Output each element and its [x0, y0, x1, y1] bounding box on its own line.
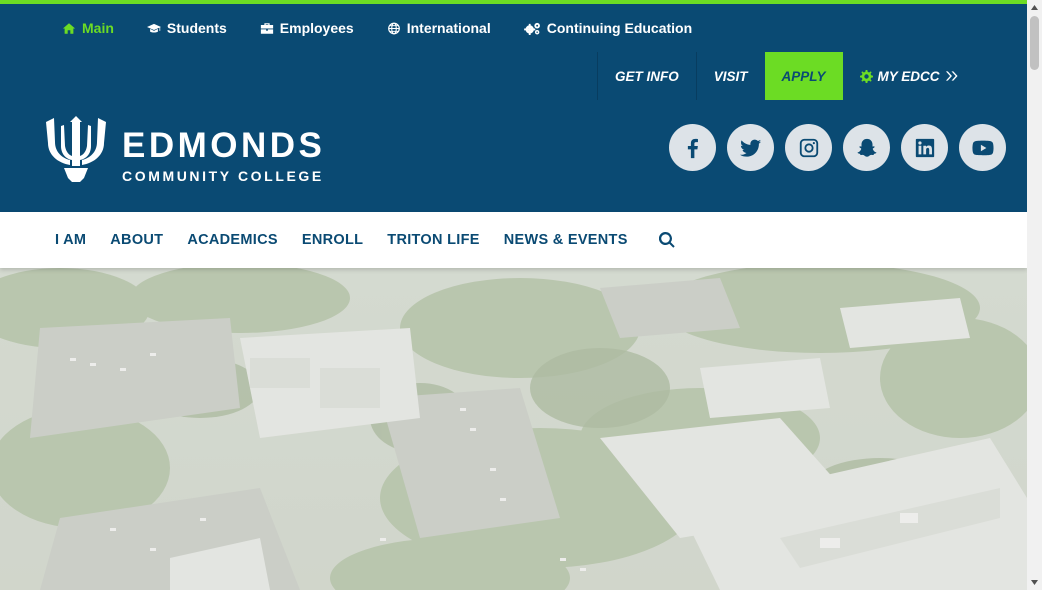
instagram-icon: [799, 138, 818, 157]
youtube-icon: [971, 140, 994, 155]
vertical-scrollbar[interactable]: [1027, 0, 1042, 590]
college-subtitle: COMMUNITY COLLEGE: [122, 168, 324, 184]
double-chevron-right-icon: [945, 71, 958, 81]
cta-bar: GET INFO VISIT APPLY MY EDCC: [597, 52, 975, 100]
top-utility-bar: Main Students Employees International Co…: [0, 0, 1027, 100]
linkedin-icon: [915, 138, 934, 157]
trident-logo-icon: [46, 116, 106, 182]
caret-up-icon: [1031, 5, 1038, 10]
home-icon: [62, 22, 76, 34]
nav-about[interactable]: ABOUT: [110, 232, 163, 248]
my-edcc-button[interactable]: MY EDCC: [843, 52, 975, 100]
campus-aerial-photo: [0, 268, 1027, 590]
page-viewport: Main Students Employees International Co…: [0, 0, 1027, 590]
search-icon: [658, 231, 675, 248]
globe-icon: [387, 22, 400, 34]
audience-link-label: Main: [82, 20, 114, 36]
nav-i-am[interactable]: I AM: [55, 232, 86, 248]
college-logo[interactable]: EDMONDS COMMUNITY COLLEGE: [44, 116, 325, 184]
hero-campus-aerial-image: [0, 268, 1027, 590]
gear-icon: [859, 69, 873, 83]
audience-link-continuing-education[interactable]: Continuing Education: [523, 20, 693, 36]
logo-wordmark: EDMONDS COMMUNITY COLLEGE: [122, 126, 326, 185]
audience-link-label: Students: [166, 20, 227, 36]
apply-button[interactable]: APPLY: [764, 52, 843, 100]
audience-link-students[interactable]: Students: [146, 20, 227, 36]
facebook-icon: [687, 138, 698, 158]
linkedin-link[interactable]: [901, 124, 948, 171]
audience-link-label: International: [406, 20, 491, 36]
social-links: [669, 124, 1006, 171]
college-name: EDMONDS: [122, 126, 326, 165]
caret-down-icon: [1031, 580, 1038, 585]
visit-button[interactable]: VISIT: [695, 52, 765, 100]
nav-enroll[interactable]: ENROLL: [302, 232, 363, 248]
my-edcc-label: MY EDCC: [877, 68, 940, 84]
audience-link-main[interactable]: Main: [62, 20, 114, 36]
scrollbar-thumb[interactable]: [1030, 16, 1039, 70]
nav-triton-life[interactable]: TRITON LIFE: [387, 232, 479, 248]
audience-link-label: Employees: [279, 20, 354, 36]
twitter-link[interactable]: [727, 124, 774, 171]
instagram-link[interactable]: [785, 124, 832, 171]
get-info-button[interactable]: GET INFO: [597, 52, 696, 100]
snapchat-link[interactable]: [843, 124, 890, 171]
audience-link-employees[interactable]: Employees: [260, 20, 354, 36]
snapchat-icon: [857, 138, 876, 157]
twitter-icon: [739, 139, 761, 157]
audience-nav: Main Students Employees International Co…: [62, 4, 725, 52]
graduation-cap-icon: [146, 23, 161, 32]
scroll-up-button[interactable]: [1027, 0, 1042, 15]
facebook-link[interactable]: [669, 124, 716, 171]
scroll-down-button[interactable]: [1027, 575, 1042, 590]
nav-academics[interactable]: ACADEMICS: [187, 232, 278, 248]
gears-icon: [523, 22, 540, 35]
youtube-link[interactable]: [959, 124, 1006, 171]
search-button[interactable]: [658, 231, 675, 248]
briefcase-icon: [260, 22, 273, 34]
main-nav: I AM ABOUT ACADEMICS ENROLL TRITON LIFE …: [0, 212, 1027, 268]
nav-news-events[interactable]: NEWS & EVENTS: [504, 232, 628, 248]
brand-bar: EDMONDS COMMUNITY COLLEGE: [0, 100, 1027, 212]
audience-link-international[interactable]: International: [387, 20, 491, 36]
audience-link-label: Continuing Education: [546, 20, 693, 36]
